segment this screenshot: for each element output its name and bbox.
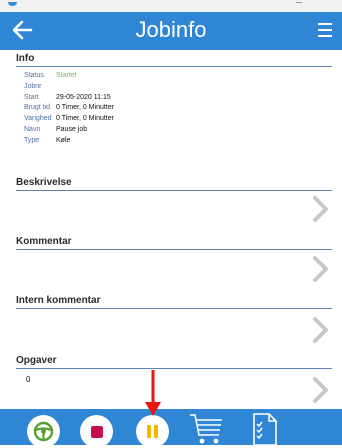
info-row-type: Type Køle (24, 136, 114, 147)
info-label: Jobnr (24, 82, 42, 90)
drive-button[interactable] (27, 415, 60, 448)
chevron-right-icon[interactable] (310, 316, 330, 344)
info-row-brugt-tid: Brugt tid 0 Timer, 0 Minutter (24, 103, 114, 114)
app-header: Jobinfo (0, 12, 342, 50)
info-row-jobnr: Jobnr (24, 82, 114, 93)
info-row-start: Start 29-05-2020 11:15 (24, 93, 114, 104)
info-label: Start (24, 93, 39, 101)
chevron-right-icon[interactable] (310, 195, 330, 223)
info-label: Brugt tid (24, 104, 51, 112)
info-row-status: Status Startet (24, 71, 114, 82)
menu-icon[interactable] (318, 23, 332, 37)
info-value: Pause job (56, 125, 88, 133)
opgaver-count: 0 (26, 375, 31, 384)
window-titlebar-strip (0, 0, 342, 12)
page-title: Jobinfo (135, 17, 207, 42)
info-label: Navn (24, 125, 41, 133)
info-value: 0 Timer, 0 Minutter (56, 104, 114, 112)
beskrivelse-heading: Beskrivelse (16, 177, 332, 191)
steering-wheel-icon (33, 421, 54, 442)
minimize-icon (296, 2, 302, 3)
info-value: 0 Timer, 0 Minutter (56, 115, 114, 123)
chevron-right-icon[interactable] (310, 255, 330, 283)
info-value: 29-05-2020 11:15 (56, 93, 111, 101)
info-value: Køle (56, 136, 71, 144)
opgaver-heading: Opgaver (16, 355, 332, 369)
status-value: Startet (56, 72, 77, 79)
info-label: Type (24, 136, 40, 144)
info-row-varighed: Varighed 0 Timer, 0 Minutter (24, 114, 114, 125)
checklist-icon[interactable] (250, 412, 280, 446)
annotation-arrow (145, 370, 161, 416)
intern-kommentar-heading: Intern kommentar (16, 295, 332, 309)
info-label: Varighed (24, 115, 52, 123)
chevron-right-icon[interactable] (310, 376, 330, 404)
info-row-navn: Navn Pause job (24, 125, 114, 136)
info-label: Status (24, 72, 44, 79)
info-section-heading: Info (16, 53, 332, 67)
cart-icon[interactable] (188, 411, 226, 445)
window-app-icon (8, 2, 17, 6)
kommentar-heading: Kommentar (16, 236, 332, 250)
info-list: Status Startet Jobnr Start 29-05-2020 11:1… (24, 71, 114, 147)
bottom-toolbar (0, 409, 342, 448)
stop-button[interactable] (80, 415, 113, 448)
stop-icon (91, 426, 103, 438)
